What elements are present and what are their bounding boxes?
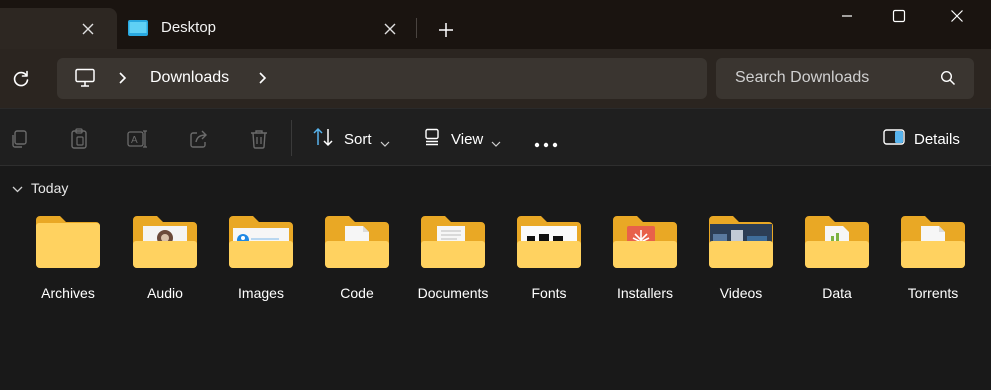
folder-name: Documents: [417, 285, 489, 301]
folder-icon: [419, 214, 487, 270]
details-button[interactable]: Details: [883, 127, 960, 151]
tab-label: Desktop: [161, 19, 217, 36]
folder-name: Archives: [41, 285, 95, 301]
close-window-button[interactable]: [945, 4, 969, 28]
new-tab-button[interactable]: [434, 18, 458, 42]
sort-button[interactable]: Sort: [312, 127, 390, 151]
folder-icon: [611, 214, 679, 270]
chevron-right-icon[interactable]: [257, 70, 269, 86]
folder-item[interactable]: Archives: [23, 214, 113, 310]
sort-label: Sort: [344, 130, 372, 148]
maximize-button[interactable]: [887, 4, 911, 28]
details-label: Details: [914, 130, 960, 148]
folder-name: Audio: [147, 285, 183, 301]
title-bar: Desktop: [0, 0, 991, 49]
chevron-down-icon: [380, 135, 390, 147]
breadcrumb-downloads[interactable]: Downloads: [150, 69, 229, 87]
folder-icon: [227, 214, 295, 270]
folder-name: Code: [340, 285, 374, 301]
group-label: Today: [31, 180, 69, 196]
folder-name: Videos: [719, 285, 763, 301]
folder-name: Torrents: [907, 285, 959, 301]
folder-item[interactable]: Data: [792, 214, 882, 310]
copy-icon[interactable]: [8, 128, 30, 150]
folder-name: Data: [822, 285, 852, 301]
chevron-down-icon: [491, 135, 501, 147]
delete-icon[interactable]: [248, 128, 270, 150]
folder-item[interactable]: Installers: [600, 214, 690, 310]
folder-item[interactable]: Images: [216, 214, 306, 310]
folder-name: Images: [238, 285, 284, 301]
command-bar: A Sort View Details: [0, 108, 991, 166]
folder-name: Installers: [616, 285, 674, 301]
close-icon[interactable]: [78, 19, 98, 39]
details-pane-icon: [883, 128, 905, 150]
more-options-icon[interactable]: [534, 135, 558, 148]
folder-item[interactable]: Torrents: [888, 214, 978, 310]
path-field[interactable]: Downloads: [57, 58, 707, 99]
folder-item[interactable]: Documents: [408, 214, 498, 310]
folder-icon: [707, 214, 775, 270]
rename-icon[interactable]: A: [127, 128, 149, 150]
folder-item[interactable]: Videos: [696, 214, 786, 310]
folder-item[interactable]: Code: [312, 214, 402, 310]
paste-icon[interactable]: [68, 128, 90, 150]
folder-icon: [899, 214, 967, 270]
search-icon[interactable]: [940, 70, 956, 86]
group-header-today[interactable]: Today: [12, 180, 68, 196]
folder-name: Fonts: [531, 285, 567, 301]
tab-desktop[interactable]: Desktop: [117, 8, 415, 49]
view-button[interactable]: View: [423, 127, 501, 151]
command-separator: [291, 120, 292, 156]
this-pc-icon[interactable]: [74, 68, 96, 88]
folder-icon: [803, 214, 871, 270]
address-bar: Downloads Search Downloads: [0, 49, 991, 108]
tab-previous[interactable]: [0, 8, 117, 49]
close-icon[interactable]: [380, 19, 400, 39]
view-label: View: [451, 130, 484, 148]
view-icon: [423, 128, 441, 150]
minimize-button[interactable]: [835, 4, 859, 28]
refresh-button[interactable]: [8, 66, 34, 92]
share-icon[interactable]: [188, 128, 210, 150]
folder-item[interactable]: Audio: [120, 214, 210, 310]
folder-icon: [131, 214, 199, 270]
tab-separator: [416, 18, 417, 38]
desktop-icon: [128, 19, 148, 37]
folder-icon: [323, 214, 391, 270]
folder-item[interactable]: Fonts: [504, 214, 594, 310]
folder-icon: [34, 214, 102, 270]
chevron-down-icon[interactable]: [12, 180, 23, 196]
chevron-right-icon[interactable]: [117, 70, 129, 86]
folder-icon: [515, 214, 583, 270]
sort-icon: [312, 127, 334, 151]
svg-text:A: A: [131, 135, 138, 146]
search-placeholder: Search Downloads: [735, 69, 870, 86]
search-input[interactable]: Search Downloads: [716, 58, 974, 99]
